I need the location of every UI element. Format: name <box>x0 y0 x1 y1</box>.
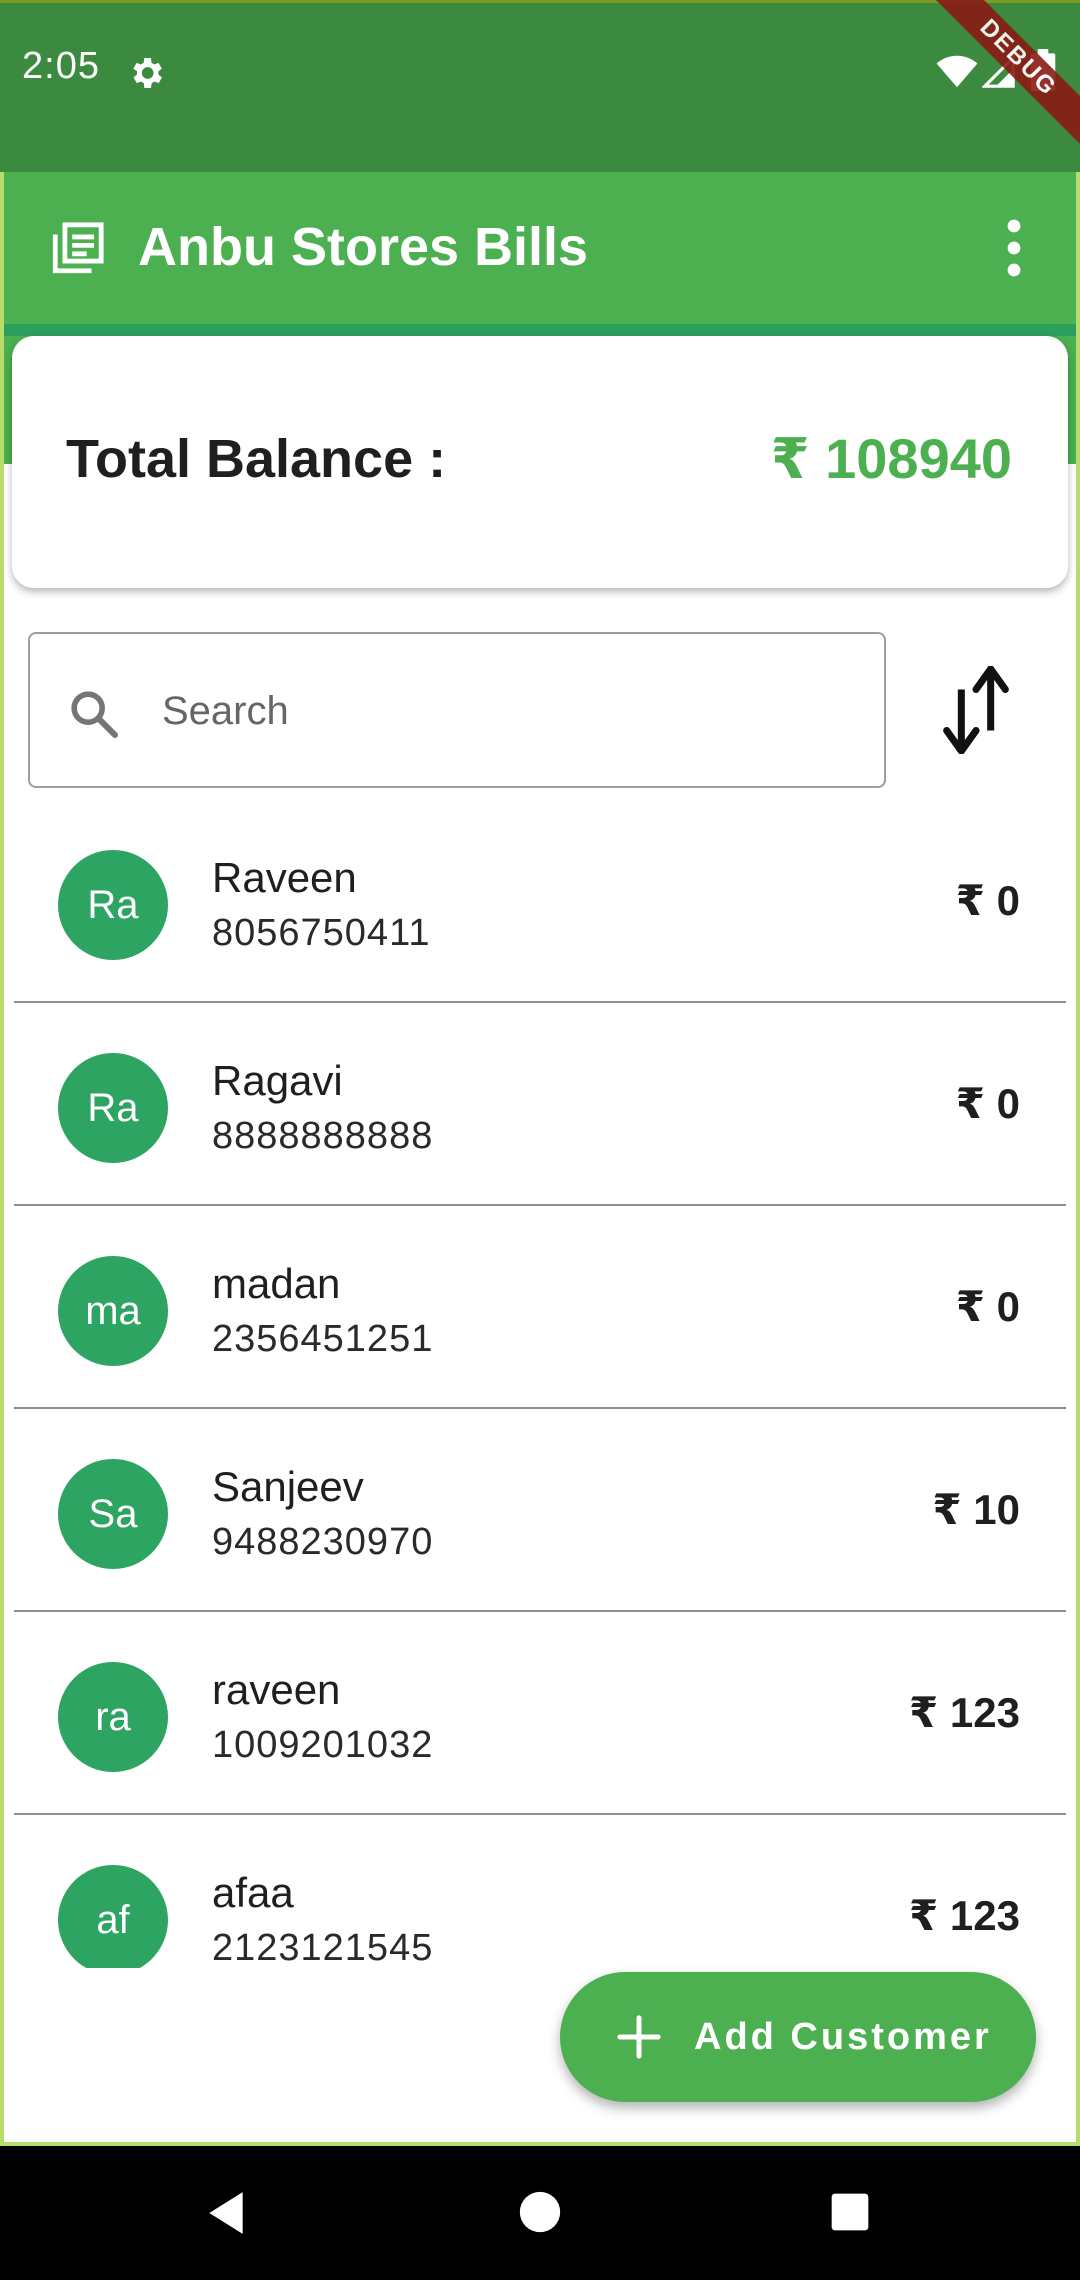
recents-icon[interactable] <box>830 2192 870 2232</box>
avatar: ma <box>58 1256 168 1366</box>
status-time: 2:05 <box>22 45 100 87</box>
customer-list: Ra Raveen 8056750411 ₹ 0 Ra Ragavi 88888… <box>14 800 1066 1968</box>
avatar: Ra <box>58 1053 168 1163</box>
customer-list-item[interactable]: af afaa 2123121545 ₹ 123 <box>14 1815 1066 1968</box>
customer-list-item[interactable]: ma madan 2356451251 ₹ 0 <box>14 1206 1066 1409</box>
add-customer-button[interactable]: Add Customer <box>560 1972 1036 2102</box>
customer-list-item[interactable]: Sa Sanjeev 9488230970 ₹ 10 <box>14 1409 1066 1612</box>
customer-balance: ₹ 10 <box>932 1486 1020 1533</box>
add-customer-label: Add Customer <box>694 2016 992 2058</box>
search-icon <box>71 691 119 739</box>
customer-list-item[interactable]: ra raveen 1009201032 ₹ 123 <box>14 1612 1066 1815</box>
avatar: ra <box>58 1662 168 1772</box>
customer-list-item[interactable]: Ra Raveen 8056750411 ₹ 0 <box>14 800 1066 1003</box>
customer-phone: 2123121545 <box>212 1927 434 1968</box>
customer-balance: ₹ 123 <box>909 1689 1020 1736</box>
customer-name: madan <box>212 1260 341 1307</box>
customer-balance: ₹ 123 <box>909 1892 1020 1939</box>
customer-balance: ₹ 0 <box>955 1283 1020 1330</box>
back-icon[interactable] <box>204 2188 248 2238</box>
customer-phone: 2356451251 <box>212 1318 434 1360</box>
customer-phone: 8056750411 <box>212 912 431 954</box>
customer-name: Ragavi <box>212 1057 343 1104</box>
app-title: Anbu Stores Bills <box>138 217 589 277</box>
customer-balance: ₹ 0 <box>955 1080 1020 1127</box>
app-screen: 2:05 DEBUG Anbu Stores Bills Total Balan… <box>0 0 1080 2280</box>
customer-list-item[interactable]: Ra Ragavi 8888888888 ₹ 0 <box>14 1003 1066 1206</box>
system-nav-bar <box>0 2146 1080 2280</box>
total-balance-value: ₹ 108940 <box>770 427 1012 490</box>
customer-balance: ₹ 0 <box>955 877 1020 924</box>
app-bar: Anbu Stores Bills <box>0 172 1080 324</box>
avatar: Ra <box>58 850 168 960</box>
receipt-list-icon <box>52 222 104 274</box>
customer-phone: 1009201032 <box>212 1724 434 1766</box>
search-field[interactable] <box>28 632 886 788</box>
right-border <box>1076 172 1080 2172</box>
customer-name: afaa <box>212 1869 294 1916</box>
left-border <box>0 172 4 2172</box>
avatar: Sa <box>58 1459 168 1569</box>
search-input[interactable] <box>160 674 844 748</box>
settings-gear-icon <box>133 58 162 88</box>
customer-name: Sanjeev <box>212 1463 364 1510</box>
wifi-icon <box>936 55 978 88</box>
total-balance-card: Total Balance : ₹ 108940 <box>12 336 1068 588</box>
plus-icon <box>617 2015 661 2059</box>
home-icon[interactable] <box>518 2190 562 2234</box>
avatar: af <box>58 1865 168 1968</box>
total-balance-label: Total Balance : <box>66 429 447 489</box>
status-bar: 2:05 DEBUG <box>0 0 1080 172</box>
customer-name: Raveen <box>212 854 357 901</box>
swap-vert-icon[interactable] <box>940 666 1012 754</box>
more-vert-icon[interactable] <box>990 216 1038 280</box>
customer-phone: 9488230970 <box>212 1521 434 1563</box>
customer-name: raveen <box>212 1666 341 1713</box>
customer-phone: 8888888888 <box>212 1115 434 1157</box>
